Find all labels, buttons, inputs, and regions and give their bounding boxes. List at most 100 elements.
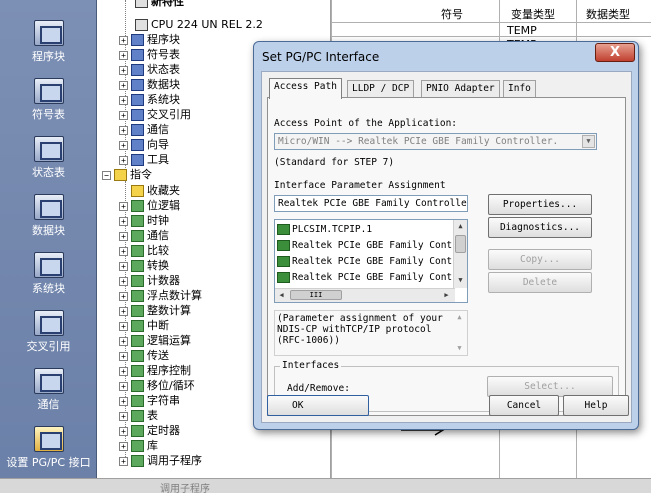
expand-icon[interactable]: + <box>119 246 128 256</box>
nav-item-data-block[interactable]: 数据块 <box>0 194 97 238</box>
expand-icon[interactable]: + <box>119 140 128 150</box>
tree-item[interactable]: + 位逻辑 <box>119 198 180 213</box>
expand-icon[interactable]: + <box>119 50 128 60</box>
tree-item[interactable]: + 状态表 <box>119 62 180 77</box>
expand-icon[interactable]: + <box>119 35 128 45</box>
nav-item-program-block[interactable]: 程序块 <box>0 20 97 64</box>
expand-icon[interactable]: + <box>119 306 128 316</box>
expand-icon[interactable]: + <box>119 261 128 271</box>
expand-icon[interactable]: + <box>119 231 128 241</box>
tree-item[interactable]: + 传送 <box>119 348 169 363</box>
tree-item[interactable]: + 程序控制 <box>119 363 191 378</box>
expand-icon[interactable]: + <box>119 321 128 331</box>
ok-button[interactable]: OK <box>267 395 369 416</box>
tree-item[interactable]: + 系统块 <box>119 92 180 107</box>
tree-item-label: 调用子程序 <box>147 454 202 467</box>
tree-item[interactable]: + 符号表 <box>119 47 180 62</box>
tree-item[interactable]: + 表 <box>119 408 158 423</box>
diagnostics-button[interactable]: Diagnostics... <box>488 217 592 238</box>
expand-icon[interactable]: + <box>119 110 128 120</box>
tree-item[interactable]: + 转换 <box>119 258 169 273</box>
close-button[interactable]: X <box>595 43 635 62</box>
expand-icon[interactable]: + <box>119 366 128 376</box>
tree-item[interactable]: + 交叉引用 <box>119 107 191 122</box>
tree-item[interactable]: + 移位/循环 <box>119 378 195 393</box>
list-vertical-scrollbar[interactable]: ▲ ▼ <box>453 220 467 288</box>
tree-item[interactable]: + 库 <box>119 438 158 453</box>
tree-item[interactable]: + 调用子程序 <box>119 453 202 468</box>
select-button[interactable]: Select... <box>487 376 613 397</box>
access-point-select[interactable]: Micro/WIN --> Realtek PCIe GBE Family Co… <box>274 133 597 150</box>
interface-list[interactable]: PLCSIM.TCPIP.1 Realtek PCIe GBE Family C… <box>274 219 468 303</box>
list-item[interactable]: Realtek PCIe GBE Family Cont <box>277 238 452 254</box>
expand-icon[interactable]: + <box>119 441 128 451</box>
tree-item-label: 比较 <box>147 244 169 257</box>
tab-lldp-dcp[interactable]: LLDP / DCP <box>347 80 415 98</box>
expand-icon[interactable]: + <box>119 125 128 135</box>
tree-item[interactable]: + 工具 <box>119 152 169 167</box>
help-button[interactable]: Help <box>563 395 629 416</box>
expand-icon[interactable]: + <box>119 201 128 211</box>
tree-item[interactable]: + 数据块 <box>119 77 180 92</box>
tab-pnio-adapter[interactable]: PNIO Adapter <box>421 80 500 98</box>
assignment-field[interactable]: Realtek PCIe GBE Family Controller <box>274 195 468 212</box>
expand-icon[interactable]: + <box>119 411 128 421</box>
copy-button[interactable]: Copy... <box>488 249 592 270</box>
description-scrollbar[interactable]: ▲ ▼ <box>453 311 467 355</box>
scroll-thumb[interactable] <box>455 235 466 253</box>
scroll-left-icon[interactable]: ◀ <box>275 289 288 302</box>
expand-icon[interactable]: + <box>119 80 128 90</box>
tree-item[interactable]: + 浮点数计算 <box>119 288 202 303</box>
scroll-down-icon[interactable]: ▼ <box>454 274 467 287</box>
expand-icon[interactable]: + <box>119 336 128 346</box>
list-item[interactable]: Realtek PCIe GBE Family Cont <box>277 270 452 286</box>
expand-icon[interactable]: + <box>119 291 128 301</box>
tree-item[interactable]: + 逻辑运算 <box>119 333 191 348</box>
delete-button[interactable]: Delete <box>488 272 592 293</box>
scroll-right-icon[interactable]: ▶ <box>440 289 453 302</box>
tree-item-new-features[interactable]: 新特性 <box>135 0 184 9</box>
scroll-down-icon[interactable]: ▼ <box>453 342 466 355</box>
expand-icon[interactable]: + <box>119 276 128 286</box>
tree-item-cpu[interactable]: CPU 224 UN REL 2.2 <box>135 17 263 32</box>
properties-button[interactable]: Properties... <box>488 194 592 215</box>
expand-icon[interactable]: + <box>119 381 128 391</box>
scroll-thumb[interactable]: III <box>290 290 342 300</box>
tree-item[interactable]: 收藏夹 <box>119 183 180 198</box>
tree-item[interactable]: + 通信 <box>119 122 169 137</box>
expand-icon[interactable]: + <box>119 351 128 361</box>
list-horizontal-scrollbar[interactable]: ◀ III ▶ <box>275 288 455 302</box>
tree-item[interactable]: + 中断 <box>119 318 169 333</box>
nav-item-communication[interactable]: 通信 <box>0 368 97 412</box>
tree-item[interactable]: + 整数计算 <box>119 303 191 318</box>
list-item[interactable]: PLCSIM.TCPIP.1 <box>277 222 372 238</box>
tree-item[interactable]: + 时钟 <box>119 213 169 228</box>
nav-item-set-pgpc-interface[interactable]: 设置 PG/PC 接口 <box>0 426 97 470</box>
scroll-up-icon[interactable]: ▲ <box>453 311 466 324</box>
expand-icon[interactable]: + <box>119 155 128 165</box>
scroll-up-icon[interactable]: ▲ <box>454 220 467 233</box>
expand-icon[interactable]: + <box>119 216 128 226</box>
tree-item[interactable]: + 程序块 <box>119 32 180 47</box>
cancel-button[interactable]: Cancel <box>489 395 559 416</box>
expand-icon[interactable]: + <box>119 426 128 436</box>
nav-item-symbol-table[interactable]: 符号表 <box>0 78 97 122</box>
tree-item[interactable]: + 向导 <box>119 137 169 152</box>
tree-item[interactable]: + 比较 <box>119 243 169 258</box>
tree-item[interactable]: + 字符串 <box>119 393 180 408</box>
tab-access-path[interactable]: Access Path <box>269 78 342 99</box>
tree-item[interactable]: + 计数器 <box>119 273 180 288</box>
expand-icon[interactable]: + <box>119 95 128 105</box>
tab-info[interactable]: Info <box>503 80 536 98</box>
expand-icon[interactable]: + <box>119 396 128 406</box>
list-item[interactable]: Realtek PCIe GBE Family Cont <box>277 254 452 270</box>
nav-item-cross-reference[interactable]: 交叉引用 <box>0 310 97 354</box>
expand-icon[interactable]: + <box>119 456 128 466</box>
tree-item[interactable]: + 通信 <box>119 228 169 243</box>
tree-item-instructions[interactable]: − 指令 <box>102 167 152 182</box>
collapse-icon[interactable]: − <box>102 170 111 180</box>
tree-item[interactable]: + 定时器 <box>119 423 180 438</box>
expand-icon[interactable]: + <box>119 65 128 75</box>
nav-item-system-block[interactable]: 系统块 <box>0 252 97 296</box>
nav-item-status-table[interactable]: 状态表 <box>0 136 97 180</box>
